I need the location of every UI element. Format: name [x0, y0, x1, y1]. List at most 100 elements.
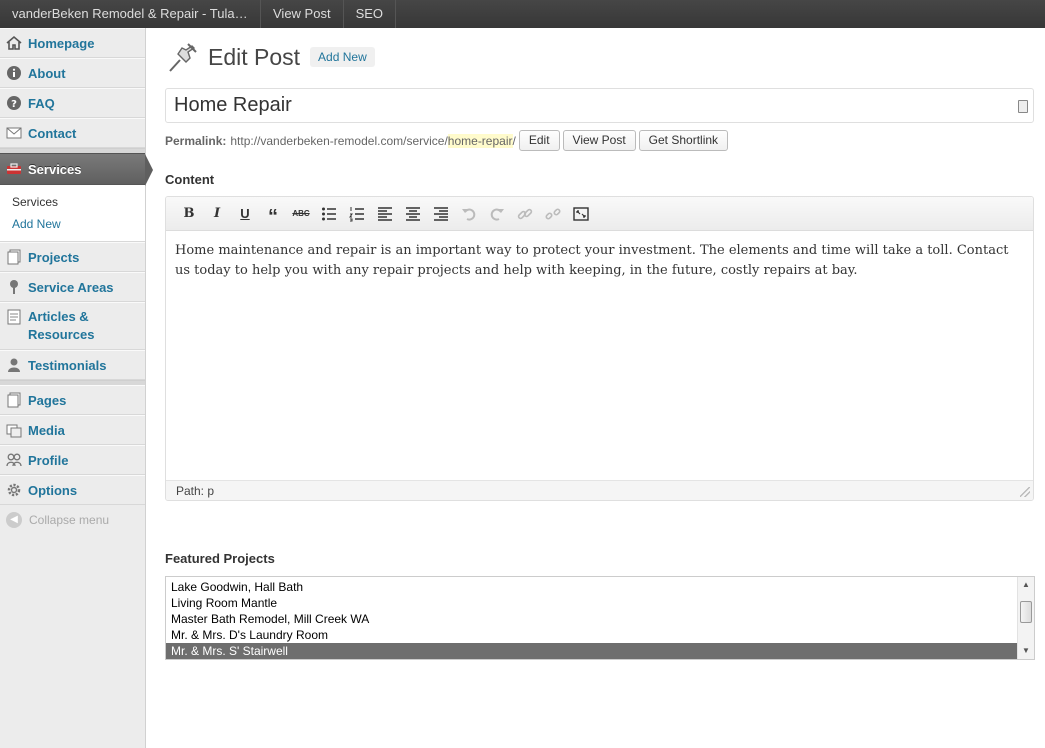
- sidebar-item-articles-resources[interactable]: Articles & Resources: [0, 302, 145, 350]
- sidebar-item-pages[interactable]: Pages: [0, 385, 145, 415]
- underline-button[interactable]: U: [231, 203, 259, 225]
- view-post-link[interactable]: View Post: [261, 0, 344, 28]
- scroll-up-arrow-icon[interactable]: ▲: [1018, 577, 1034, 593]
- users-icon: [6, 452, 22, 468]
- featured-projects-select[interactable]: Lake Goodwin, Hall Bath Living Room Mant…: [165, 576, 1035, 660]
- content-label: Content: [165, 172, 215, 187]
- user-icon: [6, 357, 22, 373]
- sidebar-item-label: Profile: [28, 452, 69, 468]
- italic-button[interactable]: I: [203, 203, 231, 225]
- site-name-link[interactable]: vanderBeken Remodel & Repair - Tulal...: [0, 0, 261, 28]
- align-left-icon[interactable]: [371, 203, 399, 225]
- post-title-input[interactable]: Home Repair: [165, 88, 1034, 123]
- edit-permalink-button[interactable]: Edit: [518, 130, 560, 151]
- permalink-row: Permalink: http://vanderbeken-remodel.co…: [165, 130, 729, 151]
- sidebar-item-contact[interactable]: Contact: [0, 118, 145, 148]
- sidebar-item-faq[interactable]: ? FAQ: [0, 88, 145, 118]
- contact-card-icon[interactable]: [1018, 100, 1028, 113]
- permalink-base-url: http://vanderbeken-remodel.com/service/: [230, 133, 448, 148]
- editor-path: Path: p: [176, 484, 215, 498]
- strikethrough-button[interactable]: ABC: [287, 203, 315, 225]
- sidebar-item-label: Service Areas: [28, 279, 114, 295]
- permalink-slug[interactable]: home-repair: [447, 133, 513, 148]
- collapse-menu-button[interactable]: ◀ Collapse menu: [0, 505, 145, 535]
- sidebar-item-label: Options: [28, 482, 78, 498]
- page-title: Edit Post: [208, 43, 301, 70]
- sidebar-item-label: Articles & Resources: [28, 309, 95, 342]
- admin-sidebar: Homepage About ? FAQ Contact Services Se…: [0, 28, 153, 748]
- sidebar-item-label: Contact: [28, 125, 77, 141]
- pages-icon: [6, 392, 22, 408]
- page-header: Edit Post Add New: [166, 40, 375, 74]
- bullet-list-icon[interactable]: [315, 203, 343, 225]
- svg-text:?: ?: [11, 99, 17, 110]
- sidebar-item-label: Testimonials: [28, 357, 107, 373]
- unlink-icon[interactable]: [539, 203, 567, 225]
- envelope-icon: [6, 125, 22, 141]
- scroll-thumb[interactable]: [1020, 601, 1032, 623]
- sidebar-item-about[interactable]: About: [0, 58, 145, 88]
- main-content: Edit Post Add New Home Repair Permalink:…: [146, 28, 1045, 748]
- permalink-label: Permalink:: [165, 133, 227, 148]
- featured-projects-label: Featured Projects: [165, 551, 275, 566]
- blockquote-button[interactable]: “: [259, 203, 287, 228]
- question-icon: ?: [6, 95, 22, 111]
- sidebar-item-label: Projects: [28, 249, 80, 265]
- map-pin-icon: [6, 279, 22, 295]
- admin-bar: vanderBeken Remodel & Repair - Tulal... …: [0, 0, 1045, 28]
- listbox-scrollbar[interactable]: ▲ ▼: [1017, 577, 1034, 659]
- bold-button[interactable]: B: [175, 203, 203, 225]
- align-center-icon[interactable]: [399, 203, 427, 225]
- numbered-list-icon[interactable]: [343, 203, 371, 225]
- sidebar-item-service-areas[interactable]: Service Areas: [0, 272, 145, 302]
- editor-text-area[interactable]: Home maintenance and repair is an import…: [166, 231, 1033, 479]
- post-title-value: Home Repair: [174, 94, 292, 116]
- insert-link-icon[interactable]: [511, 203, 539, 225]
- document-icon: [6, 309, 22, 325]
- add-new-button[interactable]: Add New: [310, 47, 375, 67]
- permalink-end: /: [512, 133, 516, 148]
- view-post-button[interactable]: View Post: [562, 130, 636, 151]
- select-option[interactable]: Mr. & Mrs. D's Laundry Room: [166, 627, 1017, 643]
- seo-link[interactable]: SEO: [344, 0, 397, 28]
- editor-status-bar: Path: p: [166, 480, 1033, 500]
- toolbox-icon: [6, 161, 22, 177]
- sidebar-item-label: About: [28, 65, 66, 81]
- collapse-arrow-icon: ◀: [6, 512, 22, 528]
- sidebar-item-projects[interactable]: Projects: [0, 242, 145, 272]
- sidebar-item-testimonials[interactable]: Testimonials: [0, 350, 145, 380]
- sidebar-item-label: FAQ: [28, 95, 55, 111]
- resize-grip-icon[interactable]: [1020, 487, 1030, 497]
- undo-icon[interactable]: [455, 203, 483, 225]
- sidebar-item-media[interactable]: Media: [0, 415, 145, 445]
- submenu-item-add-new[interactable]: Add New: [12, 213, 145, 235]
- gear-icon: [6, 482, 22, 498]
- content-editor: B I U “ ABC Home maintenance and repair …: [165, 196, 1034, 501]
- collapse-menu-label: Collapse menu: [29, 513, 110, 527]
- info-icon: [6, 65, 22, 81]
- submenu-item-services[interactable]: Services: [12, 191, 145, 213]
- get-shortlink-button[interactable]: Get Shortlink: [638, 130, 729, 151]
- scroll-down-arrow-icon[interactable]: ▼: [1018, 643, 1034, 659]
- pushpin-icon: [166, 40, 200, 74]
- house-icon: [6, 35, 22, 51]
- sidebar-item-services[interactable]: Services: [0, 153, 153, 186]
- media-icon: [6, 422, 22, 438]
- redo-icon[interactable]: [483, 203, 511, 225]
- sidebar-item-label: Media: [28, 422, 65, 438]
- select-option[interactable]: Master Bath Remodel, Mill Creek WA: [166, 611, 1017, 627]
- sidebar-item-label: Services: [28, 161, 82, 177]
- sidebar-item-label: Pages: [28, 392, 67, 408]
- align-right-icon[interactable]: [427, 203, 455, 225]
- services-submenu: Services Add New: [0, 185, 145, 242]
- fullscreen-icon[interactable]: [567, 203, 595, 225]
- select-option[interactable]: Lake Goodwin, Hall Bath: [166, 579, 1017, 595]
- pages-icon: [6, 249, 22, 265]
- sidebar-item-label: Homepage: [28, 35, 95, 51]
- sidebar-item-options[interactable]: Options: [0, 475, 145, 505]
- select-option-selected[interactable]: Mr. & Mrs. S' Stairwell: [166, 643, 1017, 659]
- select-option[interactable]: Living Room Mantle: [166, 595, 1017, 611]
- sidebar-item-profile[interactable]: Profile: [0, 445, 145, 475]
- sidebar-item-homepage[interactable]: Homepage: [0, 28, 145, 58]
- editor-toolbar: B I U “ ABC: [166, 197, 1033, 231]
